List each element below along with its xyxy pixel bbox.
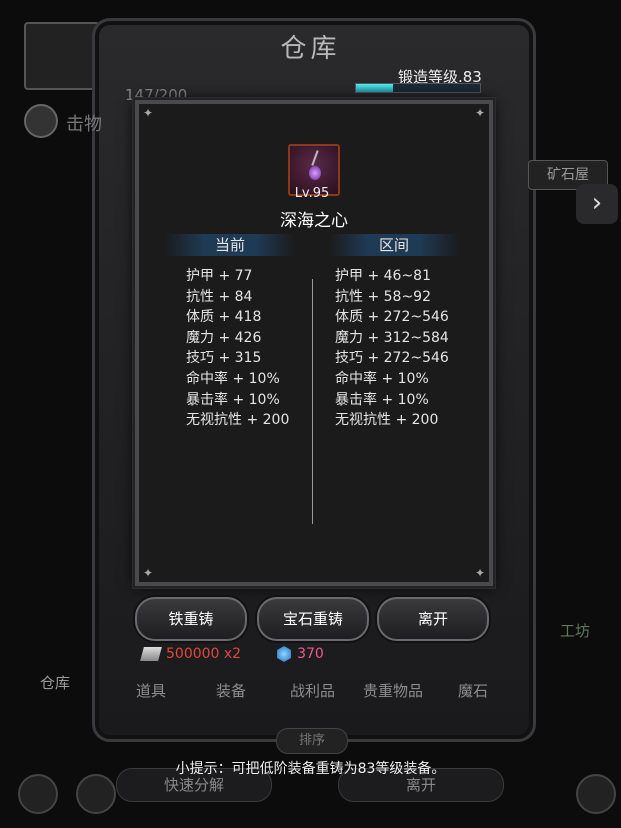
amulet-gem <box>309 166 321 180</box>
silver-amount: 500000 x2 <box>166 646 242 662</box>
stat-row: 护甲 + 77 <box>186 268 253 284</box>
silver-ingot-icon <box>140 647 162 661</box>
column-divider <box>312 279 313 524</box>
bottom-icon[interactable] <box>76 774 116 814</box>
stat-row: 技巧 + 272~546 <box>335 350 449 367</box>
corner-ornament: ✦ <box>143 566 154 580</box>
range-stats-list: 护甲 + 46~81 抗性 + 58~92 体质 + 272~546 魔力 + … <box>335 266 449 431</box>
iron-reforge-button[interactable]: 铁重铸 <box>135 597 247 641</box>
stat-row: 抗性 + 84 <box>186 288 253 305</box>
bottom-icon[interactable] <box>18 774 58 814</box>
stat-row: 体质 + 418 <box>186 309 262 326</box>
forge-progress-fill <box>356 84 394 92</box>
corner-ornament: ✦ <box>475 106 486 120</box>
current-stats-list: 护甲 + 77 抗性 + 84 体质 + 418 魔力 + 426 技巧 + 3… <box>186 266 289 431</box>
warehouse-label: 仓库 <box>40 674 71 692</box>
corner-ornament: ✦ <box>143 106 154 120</box>
tab-items[interactable]: 道具 <box>136 680 166 701</box>
stat-row: 暴击率 + 10% <box>186 391 280 408</box>
stat-row: 技巧 + 315 <box>186 350 262 367</box>
tab-magic-stones[interactable]: 魔石 <box>458 680 488 701</box>
warehouse-title: 仓库 <box>280 34 341 64</box>
chevron-right-icon[interactable]: › <box>576 184 618 224</box>
leave-button[interactable]: 离开 <box>377 597 489 641</box>
gem-amount: 370 <box>297 646 324 662</box>
stat-row: 无视抗性 + 200 <box>335 412 439 429</box>
currency-bar: 500000 x2 370 <box>140 643 324 665</box>
sort-button[interactable]: 排序 <box>276 728 348 754</box>
warehouse-tabs: 道具 装备 战利品 贵重物品 魔石 <box>110 680 510 702</box>
item-level: Lv.95 <box>294 186 330 201</box>
workshop-label: 工坊 <box>560 622 591 640</box>
stat-row: 抗性 + 58~92 <box>335 288 431 305</box>
stat-row: 魔力 + 312~584 <box>335 329 449 346</box>
stat-row: 体质 + 272~546 <box>335 309 449 326</box>
stat-row: 无视抗性 + 200 <box>186 412 290 429</box>
corner-ornament: ✦ <box>475 566 486 580</box>
item-name: 深海之心 <box>280 211 348 231</box>
gem-reforge-button[interactable]: 宝石重铸 <box>257 597 369 641</box>
tab-valuables[interactable]: 贵重物品 <box>363 680 423 701</box>
amulet-chain <box>311 150 319 166</box>
reforge-popup: ✦ ✦ ✦ ✦ Lv.95 深海之心 当前 区间 护甲 + 77 抗性 + 84… <box>133 98 495 588</box>
gem-icon <box>277 646 292 662</box>
left-label: 击物 <box>66 114 102 135</box>
stat-row: 命中率 + 10% <box>335 370 429 387</box>
tip-text: 小提示：可把低阶装备重铸为83等级装备。 <box>175 761 446 777</box>
stat-row: 暴击率 + 10% <box>335 391 429 408</box>
tab-loot[interactable]: 战利品 <box>290 680 335 701</box>
add-icon[interactable] <box>576 774 616 814</box>
stat-row: 命中率 + 10% <box>186 370 280 387</box>
stat-row: 魔力 + 426 <box>186 329 262 346</box>
range-header: 区间 <box>329 234 459 256</box>
stat-row: 护甲 + 46~81 <box>335 268 431 284</box>
current-header: 当前 <box>165 234 295 256</box>
tab-equipment[interactable]: 装备 <box>216 680 246 701</box>
target-icon[interactable] <box>24 104 58 138</box>
forge-progress-bar <box>355 83 481 93</box>
